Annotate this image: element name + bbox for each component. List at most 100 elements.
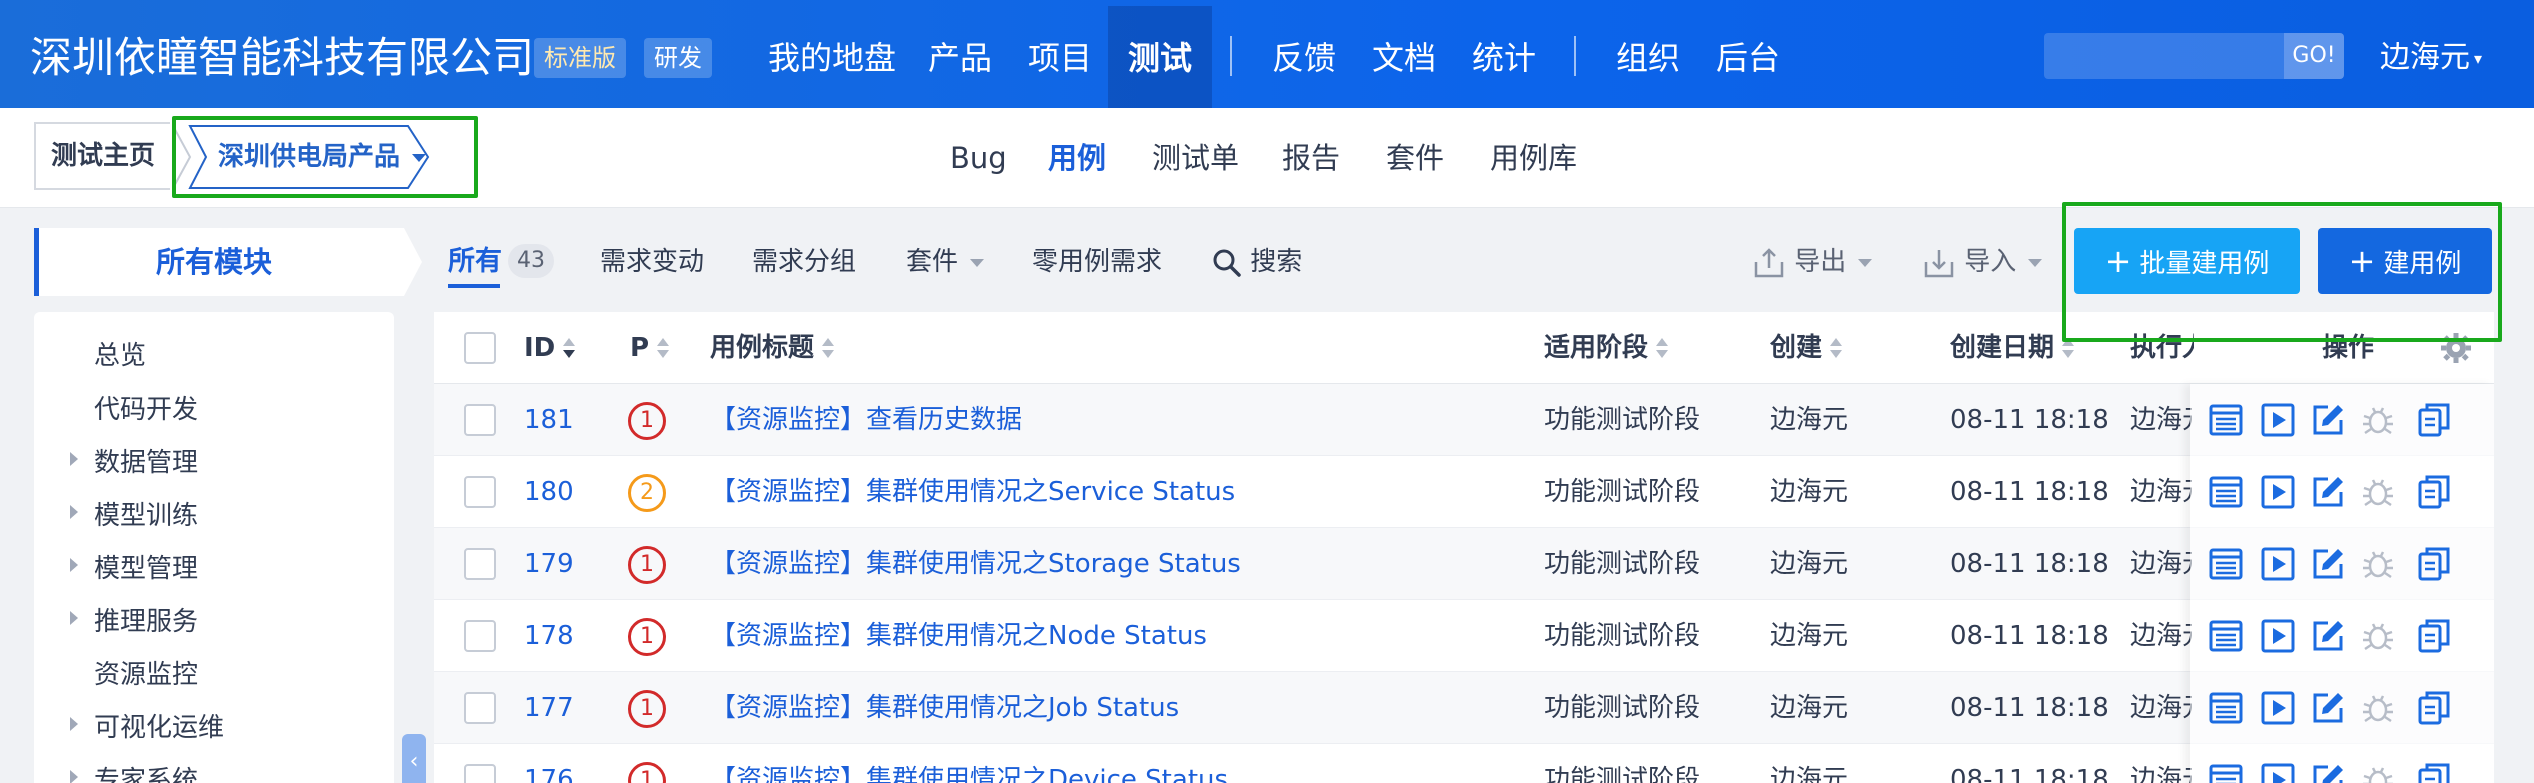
- case-id-link[interactable]: 176: [524, 762, 574, 783]
- tree-item-overview[interactable]: 总览: [94, 338, 146, 374]
- run-icon[interactable]: [2260, 546, 2296, 582]
- caret-right-icon[interactable]: [70, 505, 78, 519]
- table-row[interactable]: 178 1 【资源监控】集群使用情况之Node Status 功能测试阶段 边海元 08-…: [434, 600, 2494, 672]
- case-id-link[interactable]: 181: [524, 402, 574, 438]
- run-icon[interactable]: [2260, 762, 2296, 783]
- table-row[interactable]: 180 2 【资源监控】集群使用情况之Service Status 功能测试阶段 边海元…: [434, 456, 2494, 528]
- case-id-link[interactable]: 179: [524, 546, 574, 582]
- nav-admin[interactable]: 后台: [1716, 36, 1780, 80]
- filter-all[interactable]: 所有: [448, 242, 502, 282]
- tree-item-data-mgmt[interactable]: 数据管理: [94, 445, 198, 481]
- caret-right-icon[interactable]: [70, 611, 78, 625]
- view-list-icon[interactable]: [2208, 618, 2244, 654]
- case-id-link[interactable]: 178: [524, 618, 574, 654]
- copy-icon[interactable]: [2416, 618, 2452, 654]
- edit-icon[interactable]: [2310, 762, 2346, 783]
- filter-req-group[interactable]: 需求分组: [752, 242, 856, 282]
- caret-right-icon[interactable]: [70, 452, 78, 466]
- column-id[interactable]: ID: [524, 330, 576, 366]
- company-name[interactable]: 深圳依瞳智能科技有限公司: [30, 30, 534, 86]
- table-row[interactable]: 177 1 【资源监控】集群使用情况之Job Status 功能测试阶段 边海元 08-1…: [434, 672, 2494, 744]
- view-list-icon[interactable]: [2208, 402, 2244, 438]
- copy-icon[interactable]: [2416, 402, 2452, 438]
- caret-right-icon[interactable]: [70, 770, 78, 783]
- row-checkbox[interactable]: [464, 404, 496, 436]
- row-checkbox[interactable]: [464, 692, 496, 724]
- case-id-link[interactable]: 177: [524, 690, 574, 726]
- caret-right-icon[interactable]: [70, 558, 78, 572]
- copy-icon[interactable]: [2416, 546, 2452, 582]
- run-icon[interactable]: [2260, 402, 2296, 438]
- filter-suite-dropdown[interactable]: 套件: [906, 242, 985, 282]
- run-icon[interactable]: [2260, 618, 2296, 654]
- case-title-link[interactable]: 【资源监控】集群使用情况之Node Status: [710, 618, 1207, 654]
- nav-test[interactable]: 测试: [1128, 36, 1192, 80]
- column-priority[interactable]: P: [630, 330, 670, 366]
- edit-icon[interactable]: [2310, 474, 2346, 510]
- tree-item-visual-ops[interactable]: 可视化运维: [94, 710, 224, 746]
- row-checkbox[interactable]: [464, 548, 496, 580]
- column-stage[interactable]: 适用阶段: [1544, 330, 1669, 366]
- collapse-sidebar-button[interactable]: ‹: [402, 734, 426, 783]
- case-title-link[interactable]: 【资源监控】集群使用情况之Job Status: [710, 690, 1179, 726]
- row-checkbox[interactable]: [464, 620, 496, 652]
- filter-zero-case-req[interactable]: 零用例需求: [1032, 242, 1162, 282]
- view-list-icon[interactable]: [2208, 762, 2244, 783]
- tree-item-model-train[interactable]: 模型训练: [94, 498, 198, 534]
- case-title-link[interactable]: 【资源监控】集群使用情况之Service Status: [710, 474, 1235, 510]
- nav-project[interactable]: 项目: [1028, 36, 1092, 80]
- tab-suites[interactable]: 套件: [1386, 138, 1444, 178]
- view-list-icon[interactable]: [2208, 474, 2244, 510]
- case-title-link[interactable]: 【资源监控】集群使用情况之Storage Status: [710, 546, 1241, 582]
- all-modules-tab[interactable]: 所有模块: [34, 228, 422, 296]
- nav-product[interactable]: 产品: [928, 36, 992, 80]
- column-created-date[interactable]: 创建日期: [1950, 330, 2075, 366]
- edit-icon[interactable]: [2310, 402, 2346, 438]
- breadcrumb-test-home[interactable]: 测试主页: [34, 122, 170, 190]
- view-list-icon[interactable]: [2208, 690, 2244, 726]
- edit-icon[interactable]: [2310, 618, 2346, 654]
- filter-req-change[interactable]: 需求变动: [600, 242, 704, 282]
- tree-item-resource-monitor[interactable]: 资源监控: [94, 657, 198, 693]
- edit-icon[interactable]: [2310, 690, 2346, 726]
- tree-item-expert-system[interactable]: 专家系统: [94, 763, 198, 783]
- case-id-link[interactable]: 180: [524, 474, 574, 510]
- case-title-link[interactable]: 【资源监控】集群使用情况之Device Status: [710, 762, 1228, 783]
- search-toggle[interactable]: 搜索: [1212, 242, 1302, 282]
- nav-feedback[interactable]: 反馈: [1272, 36, 1336, 80]
- caret-right-icon[interactable]: [70, 717, 78, 731]
- tab-cases[interactable]: 用例: [1048, 138, 1106, 178]
- global-search-input[interactable]: [2044, 33, 2284, 79]
- select-all-checkbox[interactable]: [464, 332, 496, 364]
- tab-case-lib[interactable]: 用例库: [1490, 138, 1577, 178]
- nav-org[interactable]: 组织: [1616, 36, 1680, 80]
- view-list-icon[interactable]: [2208, 546, 2244, 582]
- tree-item-inference[interactable]: 推理服务: [94, 604, 198, 640]
- column-creator[interactable]: 创建: [1770, 330, 1843, 366]
- copy-icon[interactable]: [2416, 762, 2452, 783]
- edit-icon[interactable]: [2310, 546, 2346, 582]
- copy-icon[interactable]: [2416, 474, 2452, 510]
- go-button[interactable]: GO!: [2284, 33, 2344, 79]
- column-title[interactable]: 用例标题: [710, 330, 835, 366]
- run-icon[interactable]: [2260, 474, 2296, 510]
- case-title-link[interactable]: 【资源监控】查看历史数据: [710, 402, 1022, 438]
- tab-reports[interactable]: 报告: [1282, 138, 1340, 178]
- run-icon[interactable]: [2260, 690, 2296, 726]
- export-button[interactable]: 导出: [1752, 242, 1873, 282]
- tab-bug[interactable]: Bug: [950, 138, 1007, 178]
- nav-docs[interactable]: 文档: [1372, 36, 1436, 80]
- import-button[interactable]: 导入: [1922, 242, 2043, 282]
- tab-test-tasks[interactable]: 测试单: [1152, 138, 1239, 178]
- table-row[interactable]: 181 1 【资源监控】查看历史数据 功能测试阶段 边海元 08-11 18:18 边海元: [434, 384, 2494, 456]
- nav-stats[interactable]: 统计: [1472, 36, 1536, 80]
- row-checkbox[interactable]: [464, 764, 496, 783]
- nav-my-space[interactable]: 我的地盘: [768, 36, 896, 80]
- copy-icon[interactable]: [2416, 690, 2452, 726]
- tree-item-model-mgmt[interactable]: 模型管理: [94, 551, 198, 587]
- tree-item-code-dev[interactable]: 代码开发: [94, 392, 198, 428]
- table-row[interactable]: 176 1 【资源监控】集群使用情况之Device Status 功能测试阶段 边海元 0…: [434, 744, 2494, 783]
- user-menu[interactable]: 边海元 ▾: [2380, 36, 2482, 81]
- row-checkbox[interactable]: [464, 476, 496, 508]
- table-row[interactable]: 179 1 【资源监控】集群使用情况之Storage Status 功能测试阶段 边海元…: [434, 528, 2494, 600]
